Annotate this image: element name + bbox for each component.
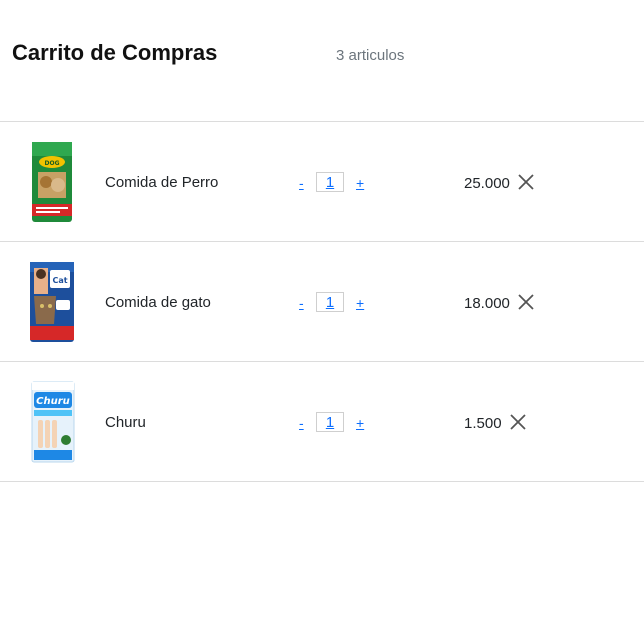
svg-text:Cat: Cat [52,276,67,285]
product-name: Comida de Perro [105,174,219,191]
cat-food-bag-image: Cat [30,262,74,342]
quantity-stepper: - 1 + [298,412,378,434]
dog-food-bag-image: DOG [32,142,72,222]
quantity-stepper: - 1 + [298,292,378,314]
increase-quantity-button[interactable]: + [356,293,364,313]
decrease-quantity-button[interactable]: - [299,293,304,313]
page-title: Carrito de Compras [12,40,218,65]
shopping-cart-card: Carrito de Compras 3 articulos DOG Comid… [0,0,644,617]
decrease-quantity-button[interactable]: - [299,173,304,193]
product-name: Comida de gato [105,294,211,311]
cart-item-row: Cat Comida de gato - 1 + 18.000 [0,242,644,362]
decrease-quantity-button[interactable]: - [299,413,304,433]
item-price: 1.500 [464,415,502,432]
svg-text:Churu: Churu [36,396,70,407]
cart-item-row: DOG Comida de Perro - 1 + 25.000 [0,122,644,242]
cart-header: Carrito de Compras 3 articulos [0,0,644,122]
churu-package-image: Churu [31,381,75,463]
quantity-field[interactable]: 1 [316,412,344,432]
close-icon[interactable] [516,172,536,192]
quantity-stepper: - 1 + [298,172,378,194]
quantity-field[interactable]: 1 [316,172,344,192]
increase-quantity-button[interactable]: + [356,173,364,193]
cart-item-row: Churu Churu - 1 + 1.500 [0,362,644,482]
increase-quantity-button[interactable]: + [356,413,364,433]
item-count: 3 articulos [336,47,405,64]
item-price: 25.000 [464,175,510,192]
item-price: 18.000 [464,295,510,312]
svg-text:DOG: DOG [44,160,59,167]
close-icon[interactable] [508,412,528,432]
quantity-field[interactable]: 1 [316,292,344,312]
product-name: Churu [105,414,146,431]
close-icon[interactable] [516,292,536,312]
